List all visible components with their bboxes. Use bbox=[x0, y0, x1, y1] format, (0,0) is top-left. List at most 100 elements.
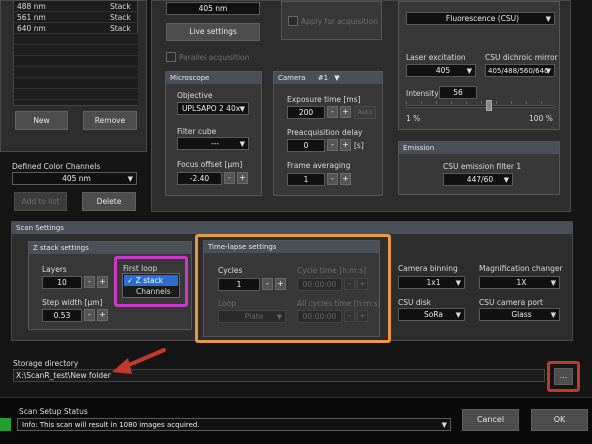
averaging-increment[interactable]: + bbox=[340, 173, 351, 185]
defined-color-channels-dropdown[interactable]: 405 nm ▼ bbox=[12, 172, 137, 185]
intensity-min-label: 1 % bbox=[406, 114, 421, 123]
channel-name: 488 nm bbox=[17, 2, 46, 11]
scan-settings-title: Scan Settings bbox=[12, 222, 572, 234]
preacquisition-unit: [s] bbox=[354, 141, 364, 150]
focus-offset-label: Focus offset [µm] bbox=[177, 160, 243, 169]
intensity-slider-handle[interactable] bbox=[486, 100, 493, 111]
arrow-annotation-icon bbox=[112, 348, 166, 374]
camera-binning-dropdown[interactable]: 1x1 ▼ bbox=[398, 276, 465, 289]
ok-button[interactable]: OK bbox=[531, 409, 588, 431]
preacq-increment[interactable]: + bbox=[340, 139, 351, 151]
objective-value: UPLSAPO 2 40x bbox=[182, 104, 241, 113]
chevron-down-icon: ▼ bbox=[441, 421, 447, 429]
exposure-time-label: Exposure time [ms] bbox=[287, 95, 361, 104]
layers-label: Layers bbox=[42, 265, 67, 274]
intensity-slider-track[interactable] bbox=[406, 105, 555, 108]
auto-exposure-button[interactable]: Auto bbox=[354, 106, 376, 119]
zstack-title: Z stack settings bbox=[29, 242, 191, 254]
cancel-button[interactable]: Cancel bbox=[462, 409, 519, 431]
focus-offset-input[interactable]: -2.40 bbox=[177, 172, 222, 185]
first-loop-highlight bbox=[114, 256, 188, 307]
table-empty-rows bbox=[14, 34, 138, 105]
channel-mode: Stack bbox=[110, 24, 131, 33]
chevron-down-icon: ▼ bbox=[545, 67, 551, 75]
table-row[interactable]: 640 nm Stack bbox=[14, 23, 138, 34]
averaging-decrement[interactable]: - bbox=[327, 173, 338, 185]
apply-for-acquisition-label: Apply for acquisition bbox=[301, 17, 378, 26]
step-width-input[interactable]: 0.53 bbox=[42, 309, 82, 322]
csu-camera-port-dropdown[interactable]: Glass ▼ bbox=[479, 308, 560, 321]
channel-name: 640 nm bbox=[17, 24, 46, 33]
magnification-changer-value: 1X bbox=[516, 278, 527, 287]
channel-list-table: 488 nm Stack 561 nm Stack 640 nm Stack bbox=[13, 1, 138, 106]
status-indicator bbox=[0, 418, 11, 431]
csu-disk-value: SoRa bbox=[424, 310, 443, 319]
channel-list-panel: 488 nm Stack 561 nm Stack 640 nm Stack N… bbox=[0, 0, 147, 152]
exposure-decrement[interactable]: - bbox=[327, 106, 338, 118]
table-row[interactable]: 561 nm Stack bbox=[14, 12, 138, 23]
chevron-down-icon: ▼ bbox=[127, 175, 133, 183]
timelapse-highlight bbox=[195, 234, 391, 343]
intensity-max-label: 100 % bbox=[529, 114, 553, 123]
csu-disk-dropdown[interactable]: SoRa ▼ bbox=[398, 308, 465, 321]
storage-path-input[interactable]: X:\ScanR_test\New folder bbox=[13, 369, 545, 382]
step-width-label: Step width [µm] bbox=[42, 298, 103, 307]
channel-wavelength-field: 405 nm bbox=[166, 2, 260, 15]
dichroic-mirror-dropdown[interactable]: 405/488/560/640 ▼ bbox=[485, 64, 555, 77]
preacq-decrement[interactable]: - bbox=[327, 139, 338, 151]
preacquisition-delay-label: Preacquisition delay bbox=[287, 128, 363, 137]
status-message-dropdown[interactable]: Info: This scan will result in 1080 imag… bbox=[17, 418, 451, 431]
step-increment[interactable]: + bbox=[97, 309, 108, 321]
exposure-increment[interactable]: + bbox=[340, 106, 351, 118]
channel-settings-panel: 405 nm Live settings Parallel acquisitio… bbox=[151, 0, 571, 212]
objective-dropdown[interactable]: UPLSAPO 2 40x ▼ bbox=[177, 102, 249, 115]
channel-wavelength-value: 405 nm bbox=[198, 4, 228, 13]
magnification-changer-dropdown[interactable]: 1X ▼ bbox=[479, 276, 560, 289]
laser-excitation-label: Laser excitation bbox=[406, 53, 466, 62]
csu-camera-port-value: Glass bbox=[511, 310, 532, 319]
chevron-down-icon: ▼ bbox=[239, 105, 245, 113]
delete-button[interactable]: Delete bbox=[82, 192, 136, 211]
camera-title: Camera bbox=[278, 74, 306, 82]
parallel-acquisition-checkbox[interactable] bbox=[166, 52, 176, 62]
camera-binning-label: Camera binning bbox=[398, 264, 458, 273]
camera-header[interactable]: Camera #1 ▼ bbox=[274, 72, 382, 84]
step-decrement[interactable]: - bbox=[84, 309, 95, 321]
focus-offset-decrement[interactable]: - bbox=[224, 172, 235, 184]
preacquisition-delay-input[interactable]: 0 bbox=[287, 139, 325, 152]
status-message: Info: This scan will result in 1080 imag… bbox=[22, 421, 200, 429]
live-settings-button[interactable]: Live settings bbox=[166, 23, 260, 41]
emission-filter-dropdown[interactable]: 447/60 ▼ bbox=[443, 173, 513, 186]
chevron-down-icon: ▼ bbox=[239, 140, 245, 148]
apply-acquisition-box: Apply for acquisition bbox=[281, 1, 382, 40]
exposure-time-input[interactable]: 200 bbox=[287, 106, 325, 119]
csu-disk-label: CSU disk bbox=[398, 298, 431, 307]
remove-button[interactable]: Remove bbox=[83, 111, 137, 130]
chevron-down-icon: ▼ bbox=[503, 176, 509, 184]
channel-mode: Stack bbox=[110, 13, 131, 22]
layers-decrement[interactable]: - bbox=[84, 276, 95, 288]
camera-group: Camera #1 ▼ Exposure time [ms] 200 - + A… bbox=[273, 71, 383, 196]
emission-title: Emission bbox=[399, 142, 559, 154]
layers-input[interactable]: 10 bbox=[42, 276, 82, 289]
new-button[interactable]: New bbox=[15, 111, 68, 130]
microscope-title: Microscope bbox=[166, 72, 261, 84]
microscope-group: Microscope Objective UPLSAPO 2 40x ▼ Fil… bbox=[165, 71, 262, 196]
focus-offset-increment[interactable]: + bbox=[237, 172, 248, 184]
csu-camera-port-label: CSU camera port bbox=[479, 298, 543, 307]
laser-excitation-dropdown[interactable]: 405 ▼ bbox=[406, 64, 476, 77]
add-to-list-button[interactable]: Add to list bbox=[14, 192, 67, 211]
filter-cube-dropdown[interactable]: --- ▼ bbox=[177, 137, 249, 150]
illumination-mode-dropdown[interactable]: Fluorescence (CSU) ▼ bbox=[406, 12, 555, 25]
table-row[interactable]: 488 nm Stack bbox=[14, 1, 138, 12]
intensity-input[interactable]: 56 bbox=[439, 86, 477, 99]
frame-averaging-input[interactable]: 1 bbox=[287, 173, 325, 186]
emission-filter-label: CSU emission filter 1 bbox=[443, 162, 522, 171]
layers-increment[interactable]: + bbox=[97, 276, 108, 288]
emission-group: Emission CSU emission filter 1 447/60 ▼ bbox=[398, 141, 560, 195]
camera-binning-value: 1x1 bbox=[426, 278, 441, 287]
camera-number: #1 bbox=[317, 74, 329, 82]
fluorescence-group: Fluorescence (CSU) ▼ Laser excitation 40… bbox=[398, 1, 560, 130]
magnification-changer-label: Magnification changer bbox=[479, 264, 563, 273]
apply-for-acquisition-checkbox[interactable] bbox=[288, 16, 298, 26]
